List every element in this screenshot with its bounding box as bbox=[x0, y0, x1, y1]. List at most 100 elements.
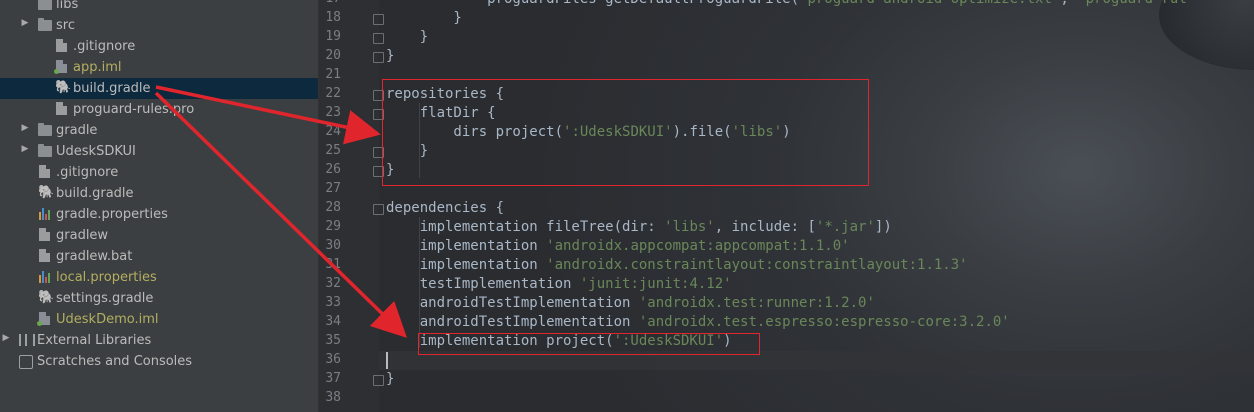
code-line[interactable]: } bbox=[386, 370, 394, 389]
tree-item-label: settings.gradle bbox=[56, 291, 154, 306]
code-token: implementation fileTree(dir: bbox=[386, 219, 665, 235]
project-tree-panel[interactable]: libs ▶ src .gitignore app.iml 🐘 build.gradle pr… bbox=[0, 0, 319, 412]
code-token: , include: [ bbox=[714, 219, 816, 235]
expand-arrow-icon[interactable]: ▶ bbox=[20, 123, 30, 133]
tree-item-label: External Libraries bbox=[37, 333, 152, 348]
line-number: 34 bbox=[325, 314, 341, 329]
code-token: ]) bbox=[874, 219, 892, 235]
line-number: 17 bbox=[319, 0, 341, 6]
tree-item-label: build.gradle bbox=[73, 81, 151, 96]
code-token: } bbox=[386, 29, 429, 45]
file-icon bbox=[55, 102, 69, 116]
string-literal: '*.jar' bbox=[815, 219, 875, 235]
tree-item[interactable]: 🐘 build.gradle bbox=[0, 183, 318, 204]
tree-item-label: src bbox=[56, 18, 75, 33]
code-line[interactable]: androidTestImplementation 'androidx.test… bbox=[386, 294, 875, 313]
tree-item[interactable]: .gitignore bbox=[0, 36, 318, 57]
expand-arrow-icon[interactable]: ▶ bbox=[1, 333, 11, 343]
fold-marker-icon[interactable] bbox=[373, 52, 384, 63]
fold-marker-icon[interactable] bbox=[373, 375, 384, 386]
code-token: , bbox=[1060, 0, 1077, 7]
tree-item-label: gradlew.bat bbox=[56, 249, 133, 264]
string-literal: 'androidx.test.espresso:espresso-core:3.… bbox=[638, 314, 1010, 330]
line-number: 27 bbox=[325, 181, 341, 196]
tree-item[interactable]: Scratches and Consoles bbox=[0, 351, 318, 372]
string-literal: 'junit:junit:4.12' bbox=[579, 276, 732, 292]
code-line[interactable]: } bbox=[386, 9, 461, 28]
code-line[interactable]: implementation fileTree(dir: 'libs', inc… bbox=[386, 218, 892, 237]
ide-window: libs ▶ src .gitignore app.iml 🐘 build.gradle pr… bbox=[0, 0, 1254, 412]
tree-item[interactable]: local.properties bbox=[0, 267, 318, 288]
string-literal: 'androidx.test:runner:1.2.0' bbox=[638, 295, 875, 311]
line-number: 36 bbox=[325, 352, 341, 367]
string-literal: 'proguard-rul bbox=[1077, 0, 1187, 7]
line-number: 26 bbox=[325, 162, 341, 177]
tree-item-label: .gitignore bbox=[56, 165, 119, 180]
code-line[interactable]: dependencies { bbox=[386, 199, 504, 218]
code-line[interactable]: androidTestImplementation 'androidx.test… bbox=[386, 313, 1010, 332]
tree-item[interactable]: .gitignore bbox=[0, 162, 318, 183]
tree-item-label: Scratches and Consoles bbox=[37, 354, 193, 369]
file-icon bbox=[38, 228, 52, 242]
line-number: 22 bbox=[325, 86, 341, 101]
line-number: 35 bbox=[325, 333, 341, 348]
code-line[interactable]: proguardFiles getDefaultProguardFile('pr… bbox=[386, 0, 1187, 9]
tree-item[interactable]: ▶ src bbox=[0, 15, 318, 36]
expand-arrow-icon[interactable]: ▶ bbox=[20, 144, 30, 154]
editor-gutter: 17 18 19 20 21 22 23 24 25 26 27 28 29 30 31 32 33 34 35 36… bbox=[319, 0, 384, 412]
properties-icon bbox=[38, 207, 52, 221]
tree-item[interactable]: gradlew bbox=[0, 225, 318, 246]
tree-item[interactable]: ▶ External Libraries bbox=[0, 330, 318, 351]
module-folder-icon bbox=[38, 144, 52, 158]
tree-item[interactable]: 🐘 settings.gradle bbox=[0, 288, 318, 309]
tree-item-label: build.gradle bbox=[56, 186, 134, 201]
code-token: androidTestImplementation bbox=[386, 314, 639, 330]
folder-icon bbox=[38, 18, 52, 32]
editor-background-image bbox=[1159, 0, 1254, 70]
tree-item-label: gradle.properties bbox=[56, 207, 168, 222]
fold-marker-icon[interactable] bbox=[373, 33, 384, 44]
string-literal: 'libs' bbox=[664, 219, 715, 235]
code-line[interactable]: implementation 'androidx.appcompat:appco… bbox=[386, 237, 850, 256]
gradle-icon: 🐘 bbox=[38, 290, 55, 305]
line-number: 19 bbox=[325, 29, 341, 44]
text-caret bbox=[386, 352, 388, 369]
code-token: } bbox=[386, 371, 395, 387]
tree-item[interactable]: libs bbox=[0, 0, 318, 15]
line-number: 28 bbox=[325, 200, 341, 215]
tree-item[interactable]: gradle.properties bbox=[0, 204, 318, 225]
code-line[interactable]: } bbox=[386, 47, 394, 66]
tree-item[interactable]: ▶ UdeskSDKUI bbox=[0, 141, 318, 162]
tree-item[interactable]: app.iml bbox=[0, 57, 318, 78]
tree-item-label: gradlew bbox=[56, 228, 109, 243]
code-line[interactable]: implementation 'androidx.constraintlayou… bbox=[386, 256, 968, 275]
tree-item[interactable]: gradlew.bat bbox=[0, 246, 318, 267]
line-number: 31 bbox=[325, 257, 341, 272]
tree-item[interactable]: ▶ gradle bbox=[0, 120, 318, 141]
string-literal: 'proguard-android-optimize.txt' bbox=[799, 0, 1060, 7]
code-line[interactable]: } bbox=[386, 28, 428, 47]
iml-file-icon bbox=[54, 60, 69, 74]
tree-item[interactable]: 🐘 build.gradle bbox=[0, 78, 318, 99]
implementation-highlight-box bbox=[418, 333, 760, 355]
file-icon bbox=[55, 39, 69, 53]
line-number: 33 bbox=[325, 295, 341, 310]
file-icon bbox=[38, 249, 52, 263]
line-number: 21 bbox=[325, 67, 341, 82]
gradle-icon: 🐘 bbox=[38, 185, 55, 200]
tree-item[interactable]: UdeskDemo.iml bbox=[0, 309, 318, 330]
gradle-icon: 🐘 bbox=[55, 80, 72, 95]
line-number: 32 bbox=[325, 276, 341, 291]
code-token: androidTestImplementation bbox=[386, 295, 639, 311]
code-token: testImplementation bbox=[386, 276, 580, 292]
fold-marker-icon[interactable] bbox=[373, 204, 384, 215]
tree-item[interactable]: proguard-rules.pro bbox=[0, 99, 318, 120]
code-editor[interactable]: 17 18 19 20 21 22 23 24 25 26 27 28 29 30 31 32 33 34 35 36… bbox=[319, 0, 1254, 412]
line-number: 18 bbox=[325, 10, 341, 25]
expand-arrow-icon[interactable]: ▶ bbox=[20, 18, 30, 28]
folder-icon bbox=[38, 0, 52, 11]
tree-item-label: proguard-rules.pro bbox=[73, 102, 195, 117]
fold-marker-icon[interactable] bbox=[373, 14, 384, 25]
code-line[interactable]: testImplementation 'junit:junit:4.12' bbox=[386, 275, 732, 294]
properties-icon bbox=[38, 270, 52, 284]
